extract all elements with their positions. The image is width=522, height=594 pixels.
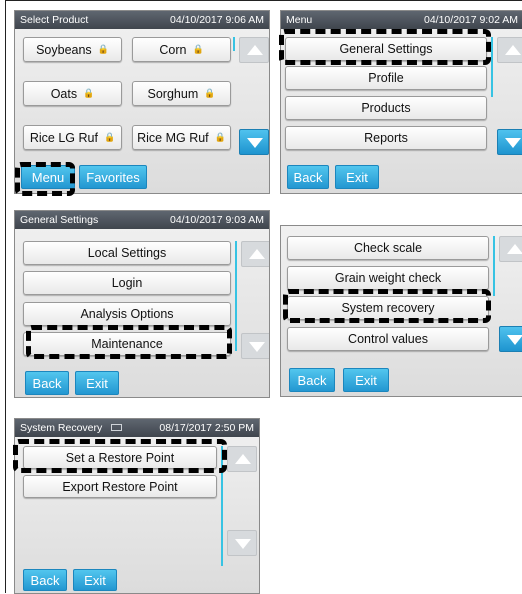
product-label: Rice MG Ruf	[137, 130, 209, 145]
scroll-up-button[interactable]	[241, 241, 269, 267]
set-restore-point-button[interactable]: Set a Restore Point	[23, 446, 217, 469]
product-label: Oats	[50, 86, 78, 101]
select-product-screen: Select Product 04/10/2017 9:06 AM Soybea…	[14, 10, 270, 194]
product-button-oats[interactable]: Oats 🔒	[23, 81, 122, 106]
title-bar: Select Product 04/10/2017 9:06 AM	[15, 11, 269, 29]
screen-title: System Recovery	[20, 422, 103, 434]
maintenance-item-grain-weight-check[interactable]: Grain weight check	[287, 266, 489, 290]
back-button[interactable]: Back	[23, 569, 67, 591]
scroll-down-button[interactable]	[241, 333, 269, 359]
lock-icon: 🔒	[97, 44, 109, 54]
scrollbar[interactable]	[221, 446, 223, 566]
datetime: 04/10/2017 9:03 AM	[170, 214, 264, 226]
lock-icon: 🔒	[214, 132, 226, 142]
lock-icon: 🔒	[204, 88, 216, 98]
title-bar: General Settings 04/10/2017 9:03 AM	[15, 211, 269, 229]
page-border-left	[5, 0, 6, 593]
menu-item-general-settings[interactable]: General Settings	[285, 37, 487, 61]
settings-item-local-settings[interactable]: Local Settings	[23, 241, 231, 265]
menu-item-products[interactable]: Products	[285, 96, 487, 120]
exit-button[interactable]: Exit	[343, 368, 389, 392]
favorites-button[interactable]: Favorites	[79, 165, 147, 189]
back-button[interactable]: Back	[289, 368, 335, 392]
settings-item-maintenance[interactable]: Maintenance	[23, 332, 231, 356]
product-button-sorghum[interactable]: Sorghum 🔒	[132, 81, 231, 106]
exit-button[interactable]: Exit	[75, 371, 119, 395]
maintenance-screen: Check scale Grain weight check System re…	[280, 225, 522, 397]
datetime: 04/10/2017 9:06 AM	[170, 14, 264, 26]
datetime: 04/10/2017 9:02 AM	[424, 14, 518, 26]
product-button-rice-lg[interactable]: Rice LG Ruf 🔒	[23, 125, 122, 150]
scroll-up-button[interactable]	[497, 37, 522, 63]
product-label: Soybeans	[36, 42, 92, 57]
scroll-down-button[interactable]	[499, 326, 522, 352]
back-button[interactable]: Back	[25, 371, 69, 395]
screen-title: Menu	[286, 14, 313, 26]
lock-icon: 🔒	[103, 132, 116, 142]
scroll-up-button[interactable]	[499, 236, 522, 262]
scrollbar[interactable]	[235, 241, 237, 351]
lock-icon: 🔒	[192, 44, 204, 54]
back-button[interactable]: Back	[287, 165, 329, 189]
maintenance-item-check-scale[interactable]: Check scale	[287, 236, 489, 260]
scroll-up-button[interactable]	[239, 37, 269, 63]
scroll-down-button[interactable]	[227, 530, 257, 556]
system-recovery-screen: System Recovery 08/17/2017 2:50 PM Set a…	[14, 418, 260, 594]
scroll-down-button[interactable]	[239, 129, 269, 155]
menu-item-profile[interactable]: Profile	[285, 66, 487, 90]
scroll-up-button[interactable]	[227, 446, 257, 472]
title-bar: Menu 04/10/2017 9:02 AM	[281, 11, 522, 29]
lock-icon: 🔒	[83, 88, 95, 98]
scroll-down-button[interactable]	[497, 129, 522, 155]
product-button-corn[interactable]: Corn 🔒	[132, 37, 231, 62]
product-label: Corn	[159, 42, 187, 57]
scrollbar[interactable]	[491, 37, 493, 97]
page-border-top	[5, 0, 522, 1]
menu-screen: Menu 04/10/2017 9:02 AM General Settings…	[280, 10, 522, 194]
datetime: 08/17/2017 2:50 PM	[159, 422, 254, 434]
general-settings-screen: General Settings 04/10/2017 9:03 AM Loca…	[14, 210, 270, 398]
scrollbar[interactable]	[233, 37, 235, 51]
export-restore-point-button[interactable]: Export Restore Point	[23, 475, 217, 498]
product-label: Rice LG Ruf	[29, 130, 98, 145]
product-button-rice-mg[interactable]: Rice MG Ruf 🔒	[132, 125, 231, 150]
battery-icon	[111, 424, 122, 431]
exit-button[interactable]: Exit	[73, 569, 117, 591]
settings-item-login[interactable]: Login	[23, 271, 231, 295]
settings-item-analysis-options[interactable]: Analysis Options	[23, 302, 231, 326]
product-label: Sorghum	[147, 86, 199, 101]
maintenance-item-control-values[interactable]: Control values	[287, 327, 489, 351]
screen-title: Select Product	[20, 14, 89, 26]
exit-button[interactable]: Exit	[335, 165, 379, 189]
scrollbar[interactable]	[493, 236, 495, 296]
title-bar: System Recovery 08/17/2017 2:50 PM	[15, 419, 259, 437]
menu-button[interactable]: Menu	[21, 165, 75, 189]
screen-title: General Settings	[20, 214, 99, 226]
menu-item-reports[interactable]: Reports	[285, 126, 487, 150]
maintenance-item-system-recovery[interactable]: System recovery	[287, 296, 489, 320]
product-button-soybeans[interactable]: Soybeans 🔒	[23, 37, 122, 62]
